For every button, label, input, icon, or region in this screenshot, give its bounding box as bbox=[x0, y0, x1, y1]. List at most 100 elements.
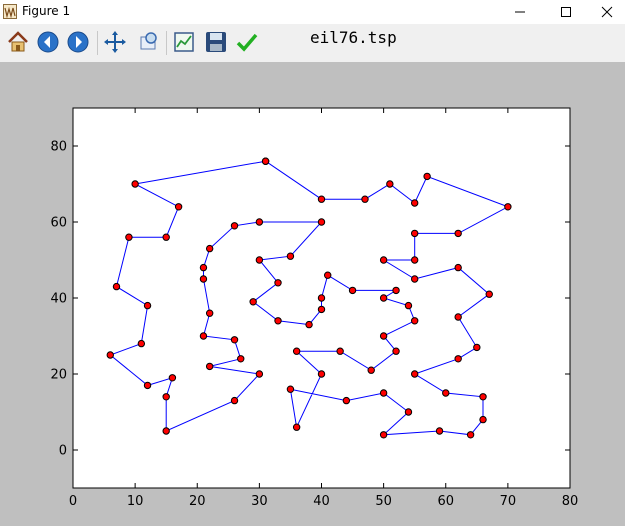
figure-title: eil76.tsp bbox=[310, 28, 397, 47]
data-point bbox=[162, 427, 170, 435]
data-point bbox=[230, 336, 239, 344]
data-point bbox=[392, 347, 400, 355]
edit-axis-button[interactable] bbox=[234, 29, 260, 55]
data-point bbox=[255, 256, 264, 264]
data-point bbox=[199, 275, 208, 283]
data-point bbox=[143, 381, 152, 390]
x-tick-label: 30 bbox=[251, 494, 268, 509]
minimize-button[interactable] bbox=[497, 0, 543, 24]
data-point bbox=[255, 218, 264, 226]
forward-button[interactable] bbox=[65, 29, 91, 55]
data-point bbox=[174, 203, 183, 211]
data-point bbox=[143, 301, 152, 310]
plot-area[interactable]: 0 10 20 30 40 50 60 70 80 0 20 40 60 80 bbox=[0, 62, 625, 526]
pan-arrows-icon bbox=[104, 31, 126, 53]
data-point bbox=[112, 282, 121, 291]
floppy-disk-icon bbox=[206, 32, 226, 52]
data-point bbox=[336, 347, 344, 355]
data-point bbox=[410, 275, 419, 283]
x-tick-label: 40 bbox=[313, 494, 330, 509]
data-point bbox=[106, 351, 114, 359]
data-point bbox=[205, 309, 214, 317]
zoom-button[interactable] bbox=[135, 29, 161, 55]
data-point bbox=[230, 222, 239, 230]
data-point bbox=[454, 355, 462, 363]
x-tick-label: 80 bbox=[562, 494, 579, 509]
checkmark-icon bbox=[236, 33, 258, 52]
data-point bbox=[379, 256, 388, 264]
data-point bbox=[379, 294, 388, 302]
data-point bbox=[454, 313, 462, 321]
data-point bbox=[131, 180, 139, 188]
data-point bbox=[274, 317, 282, 325]
close-button[interactable] bbox=[589, 0, 625, 24]
data-point bbox=[317, 195, 326, 203]
x-tick-label: 0 bbox=[69, 494, 77, 509]
x-tick-label: 10 bbox=[127, 494, 144, 509]
x-tick-label: 70 bbox=[500, 494, 517, 509]
title-bar: Figure 1 bbox=[0, 0, 625, 24]
data-point bbox=[367, 366, 375, 374]
data-point bbox=[125, 233, 133, 241]
y-tick-label: 20 bbox=[50, 368, 67, 383]
toolbar-separator bbox=[166, 31, 167, 55]
data-point bbox=[410, 199, 419, 207]
data-point bbox=[168, 374, 177, 382]
y-tick-label: 40 bbox=[50, 292, 67, 307]
back-arrow-icon bbox=[37, 31, 59, 53]
data-point bbox=[305, 320, 313, 329]
data-point bbox=[317, 305, 326, 314]
save-button[interactable] bbox=[203, 29, 229, 55]
subplots-button[interactable] bbox=[171, 29, 197, 55]
data-point bbox=[454, 263, 462, 272]
data-point bbox=[317, 294, 326, 302]
zoom-rect-icon bbox=[140, 32, 157, 50]
data-point bbox=[435, 427, 444, 435]
maximize-icon bbox=[561, 7, 571, 17]
forward-arrow-icon bbox=[67, 31, 89, 53]
data-point bbox=[454, 229, 462, 238]
data-point bbox=[379, 332, 388, 340]
data-point bbox=[342, 396, 351, 405]
data-point bbox=[237, 355, 245, 363]
data-point bbox=[324, 271, 332, 279]
data-point bbox=[205, 244, 214, 253]
data-point bbox=[392, 286, 400, 295]
maximize-button[interactable] bbox=[543, 0, 589, 24]
data-point bbox=[137, 339, 146, 348]
data-point bbox=[479, 393, 487, 401]
data-point bbox=[162, 393, 170, 401]
data-point bbox=[410, 256, 419, 264]
data-point bbox=[410, 229, 419, 238]
data-point bbox=[504, 203, 512, 211]
data-point bbox=[348, 286, 357, 295]
data-point bbox=[230, 396, 239, 405]
data-point bbox=[404, 301, 413, 310]
data-point bbox=[361, 195, 369, 203]
x-tick-label: 60 bbox=[437, 494, 454, 509]
app-icon bbox=[3, 4, 17, 19]
x-tick-label: 20 bbox=[189, 494, 206, 509]
data-point bbox=[423, 172, 431, 181]
data-point bbox=[199, 332, 208, 340]
data-point bbox=[199, 263, 208, 272]
x-tick-label: 50 bbox=[375, 494, 392, 509]
data-point bbox=[249, 298, 257, 306]
y-tick-label: 80 bbox=[50, 140, 67, 155]
back-button[interactable] bbox=[35, 29, 61, 55]
data-point bbox=[255, 370, 264, 378]
data-point bbox=[466, 431, 475, 439]
data-point bbox=[404, 408, 413, 416]
y-tick-label: 0 bbox=[59, 444, 67, 459]
data-point bbox=[410, 317, 419, 325]
pan-button[interactable] bbox=[102, 29, 128, 55]
data-point bbox=[162, 233, 170, 241]
home-button[interactable] bbox=[5, 29, 31, 55]
minimize-icon bbox=[515, 11, 525, 13]
home-icon bbox=[8, 31, 28, 52]
data-point bbox=[479, 415, 487, 424]
data-point bbox=[317, 218, 326, 226]
y-tick-label: 60 bbox=[50, 216, 67, 231]
data-point bbox=[286, 252, 295, 260]
data-point bbox=[473, 343, 481, 352]
